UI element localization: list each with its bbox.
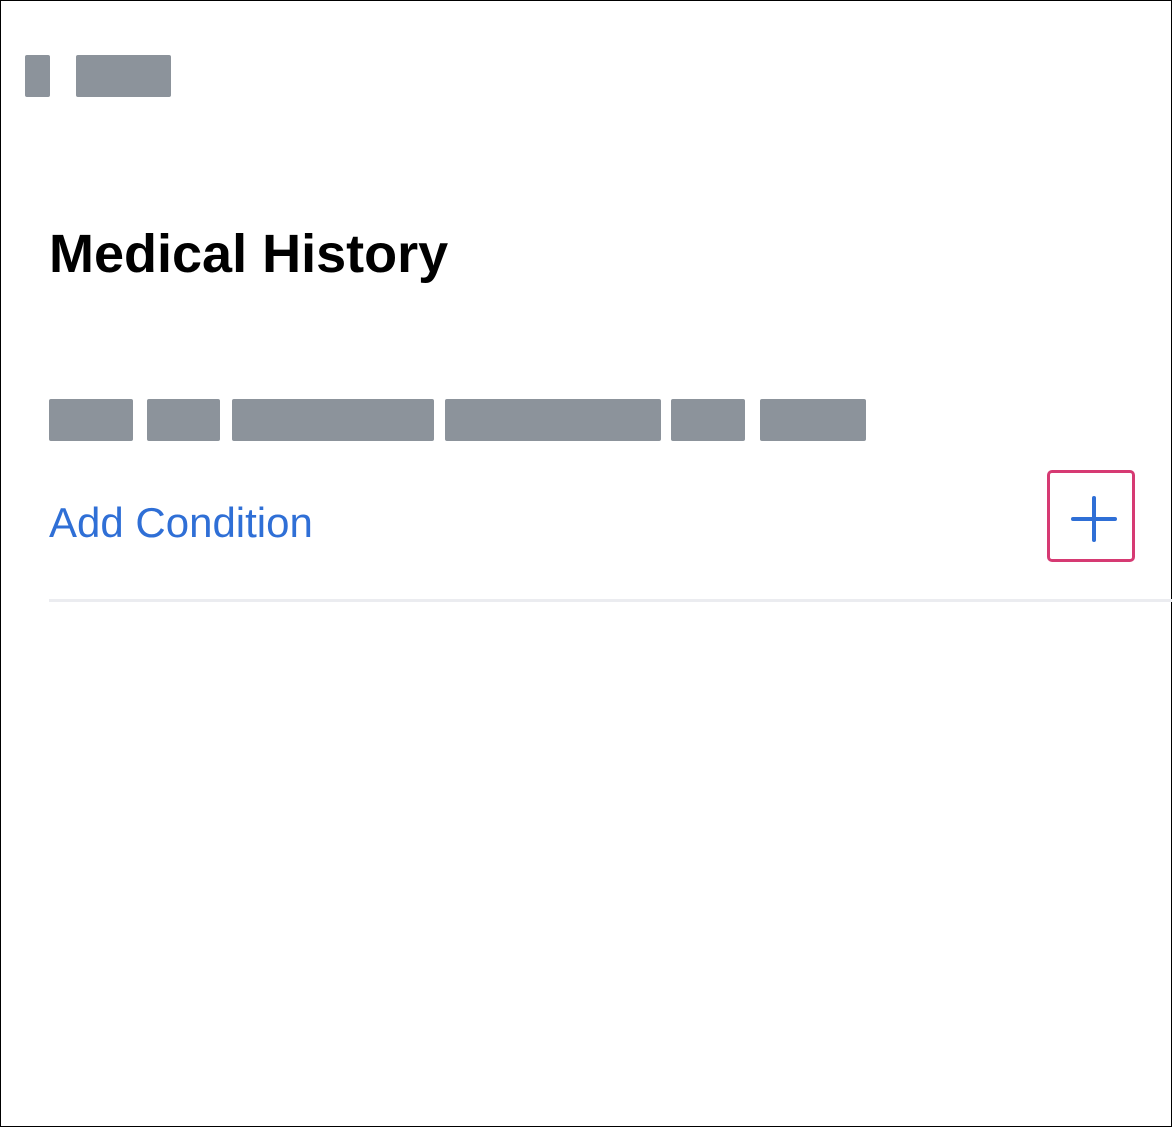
- redacted-word: [232, 399, 434, 441]
- redacted-word: [760, 399, 866, 441]
- back-button-redacted[interactable]: [25, 55, 50, 97]
- row-divider: [49, 599, 1172, 602]
- add-condition-link[interactable]: Add Condition: [49, 497, 313, 549]
- page-title: Medical History: [49, 224, 449, 284]
- plus-icon: [1071, 496, 1117, 542]
- screen: Medical History Add Condition: [0, 0, 1172, 1127]
- add-condition-button[interactable]: [1047, 470, 1135, 562]
- redacted-word: [445, 399, 661, 441]
- redacted-word: [147, 399, 220, 441]
- redacted-word: [671, 399, 745, 441]
- redacted-word: [49, 399, 133, 441]
- nav-title-redacted: [76, 55, 171, 97]
